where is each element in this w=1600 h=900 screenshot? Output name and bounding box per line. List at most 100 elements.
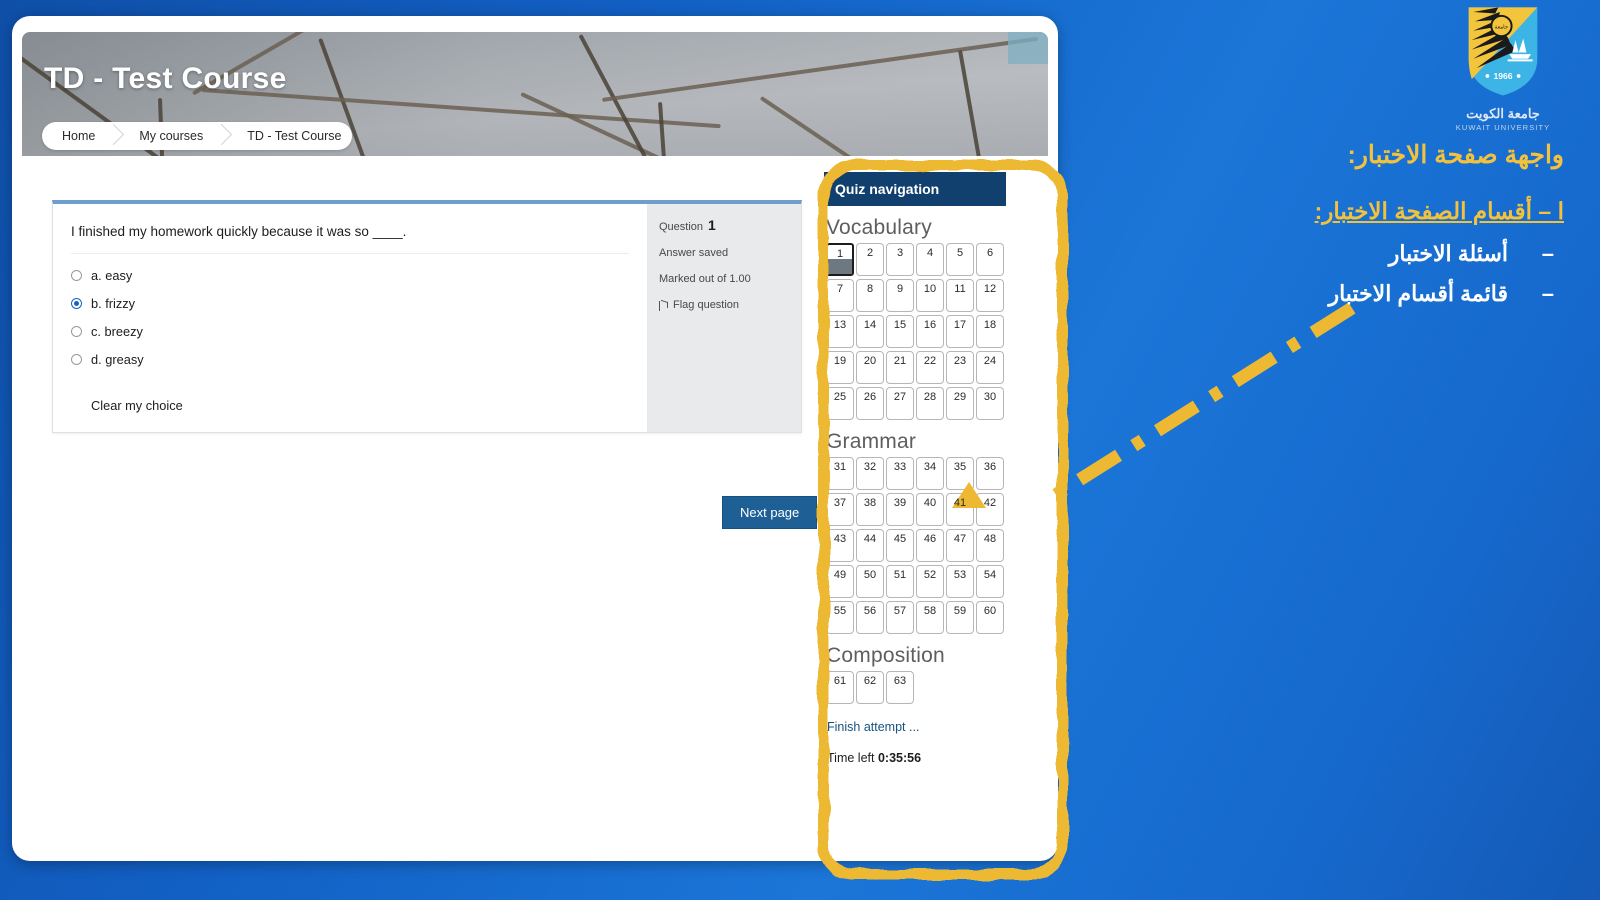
quiz-nav-question-33[interactable]: 33 <box>886 457 914 490</box>
breadcrumb-item-my-courses[interactable]: My courses <box>121 122 213 150</box>
quiz-nav-question-number: 30 <box>983 391 997 403</box>
quiz-nav-question-48[interactable]: 48 <box>976 529 1004 562</box>
quiz-nav-question-32[interactable]: 32 <box>856 457 884 490</box>
quiz-nav-question-57[interactable]: 57 <box>886 601 914 634</box>
quiz-nav-question-63[interactable]: 63 <box>886 671 914 704</box>
quiz-nav-question-23[interactable]: 23 <box>946 351 974 384</box>
quiz-nav-question-41[interactable]: 41 <box>946 493 974 526</box>
quiz-nav-question-58[interactable]: 58 <box>916 601 944 634</box>
quiz-nav-question-7[interactable]: 7 <box>826 279 854 312</box>
quiz-nav-question-60[interactable]: 60 <box>976 601 1004 634</box>
quiz-nav-question-29[interactable]: 29 <box>946 387 974 420</box>
quiz-nav-question-11[interactable]: 11 <box>946 279 974 312</box>
quiz-nav-question-10[interactable]: 10 <box>916 279 944 312</box>
quiz-nav-question-47[interactable]: 47 <box>946 529 974 562</box>
answer-option-c[interactable]: c. breezy <box>71 324 629 339</box>
answer-option-b[interactable]: b. frizzy <box>71 296 629 311</box>
quiz-nav-question-34[interactable]: 34 <box>916 457 944 490</box>
breadcrumb-item-current-course[interactable]: TD - Test Course <box>229 122 351 150</box>
quiz-nav-question-18[interactable]: 18 <box>976 315 1004 348</box>
quiz-nav-question-53[interactable]: 53 <box>946 565 974 598</box>
quiz-nav-question-39[interactable]: 39 <box>886 493 914 526</box>
quiz-nav-question-49[interactable]: 49 <box>826 565 854 598</box>
page-title: TD - Test Course <box>44 62 287 95</box>
quiz-nav-question-14[interactable]: 14 <box>856 315 884 348</box>
quiz-nav-question-56[interactable]: 56 <box>856 601 884 634</box>
quiz-nav-question-6[interactable]: 6 <box>976 243 1004 276</box>
quiz-nav-question-28[interactable]: 28 <box>916 387 944 420</box>
quiz-nav-question-54[interactable]: 54 <box>976 565 1004 598</box>
quiz-nav-question-40[interactable]: 40 <box>916 493 944 526</box>
quiz-nav-question-27[interactable]: 27 <box>886 387 914 420</box>
radio-button-b[interactable] <box>71 298 82 309</box>
quiz-nav-question-number: 37 <box>833 497 847 509</box>
quiz-nav-question-25[interactable]: 25 <box>826 387 854 420</box>
quiz-nav-question-number: 35 <box>953 461 967 473</box>
quiz-nav-question-number: 39 <box>893 497 907 509</box>
quiz-nav-question-number: 24 <box>983 355 997 367</box>
quiz-nav-question-38[interactable]: 38 <box>856 493 884 526</box>
quiz-nav-question-number: 45 <box>893 533 907 545</box>
page-content: I finished my homework quickly because i… <box>22 156 1048 850</box>
bullet-dash-icon: – <box>1541 241 1554 266</box>
flag-question-button[interactable]: Flag question <box>659 300 791 311</box>
quiz-nav-question-55[interactable]: 55 <box>826 601 854 634</box>
next-page-button[interactable]: Next page <box>722 496 818 529</box>
quiz-nav-question-number: 1 <box>836 248 844 260</box>
quiz-nav-question-17[interactable]: 17 <box>946 315 974 348</box>
annotation-bullet-2: – قائمة أقسام الاختبار <box>1004 281 1564 307</box>
quiz-nav-question-26[interactable]: 26 <box>856 387 884 420</box>
quiz-nav-question-43[interactable]: 43 <box>826 529 854 562</box>
question-info-panel: Question 1 Answer saved Marked out of 1.… <box>647 204 801 432</box>
quiz-nav-question-52[interactable]: 52 <box>916 565 944 598</box>
quiz-nav-question-16[interactable]: 16 <box>916 315 944 348</box>
quiz-nav-question-59[interactable]: 59 <box>946 601 974 634</box>
quiz-nav-question-62[interactable]: 62 <box>856 671 884 704</box>
quiz-nav-question-number: 10 <box>923 283 937 295</box>
quiz-nav-question-45[interactable]: 45 <box>886 529 914 562</box>
quiz-nav-question-24[interactable]: 24 <box>976 351 1004 384</box>
quiz-nav-question-21[interactable]: 21 <box>886 351 914 384</box>
quiz-nav-question-13[interactable]: 13 <box>826 315 854 348</box>
quiz-nav-question-number: 32 <box>863 461 877 473</box>
answer-option-d[interactable]: d. greasy <box>71 352 629 367</box>
question-number-value: 1 <box>708 217 716 233</box>
quiz-nav-question-30[interactable]: 30 <box>976 387 1004 420</box>
quiz-nav-question-51[interactable]: 51 <box>886 565 914 598</box>
quiz-nav-question-2[interactable]: 2 <box>856 243 884 276</box>
answer-option-a[interactable]: a. easy <box>71 268 629 283</box>
clear-my-choice-link[interactable]: Clear my choice <box>91 398 183 413</box>
quiz-nav-question-19[interactable]: 19 <box>826 351 854 384</box>
quiz-nav-question-4[interactable]: 4 <box>916 243 944 276</box>
quiz-nav-question-37[interactable]: 37 <box>826 493 854 526</box>
quiz-nav-question-46[interactable]: 46 <box>916 529 944 562</box>
quiz-nav-question-3[interactable]: 3 <box>886 243 914 276</box>
quiz-nav-question-61[interactable]: 61 <box>826 671 854 704</box>
quiz-nav-question-22[interactable]: 22 <box>916 351 944 384</box>
radio-button-a[interactable] <box>71 270 82 281</box>
quiz-nav-question-44[interactable]: 44 <box>856 529 884 562</box>
quiz-nav-question-number: 20 <box>863 355 877 367</box>
section-title-vocabulary: Vocabulary <box>826 216 932 239</box>
quiz-nav-question-50[interactable]: 50 <box>856 565 884 598</box>
radio-button-c[interactable] <box>71 326 82 337</box>
quiz-nav-question-35[interactable]: 35 <box>946 457 974 490</box>
quiz-nav-question-31[interactable]: 31 <box>826 457 854 490</box>
quiz-nav-question-12[interactable]: 12 <box>976 279 1004 312</box>
quiz-nav-question-5[interactable]: 5 <box>946 243 974 276</box>
quiz-nav-question-number: 11 <box>954 283 966 295</box>
quiz-nav-question-20[interactable]: 20 <box>856 351 884 384</box>
quiz-nav-question-15[interactable]: 15 <box>886 315 914 348</box>
quiz-nav-question-8[interactable]: 8 <box>856 279 884 312</box>
answer-status: Answer saved <box>659 247 729 259</box>
radio-button-d[interactable] <box>71 354 82 365</box>
breadcrumb-item-home[interactable]: Home <box>42 122 105 150</box>
quiz-nav-question-1[interactable]: 1 <box>826 243 854 276</box>
banner-glass-panel <box>1008 32 1048 64</box>
annotation-heading: واجهة صفحة الاختبار: <box>1347 141 1564 169</box>
quiz-nav-question-number: 60 <box>983 605 997 617</box>
quiz-nav-question-36[interactable]: 36 <box>976 457 1004 490</box>
finish-attempt-link[interactable]: Finish attempt ... <box>827 720 1020 734</box>
quiz-nav-question-42[interactable]: 42 <box>976 493 1004 526</box>
quiz-nav-question-9[interactable]: 9 <box>886 279 914 312</box>
